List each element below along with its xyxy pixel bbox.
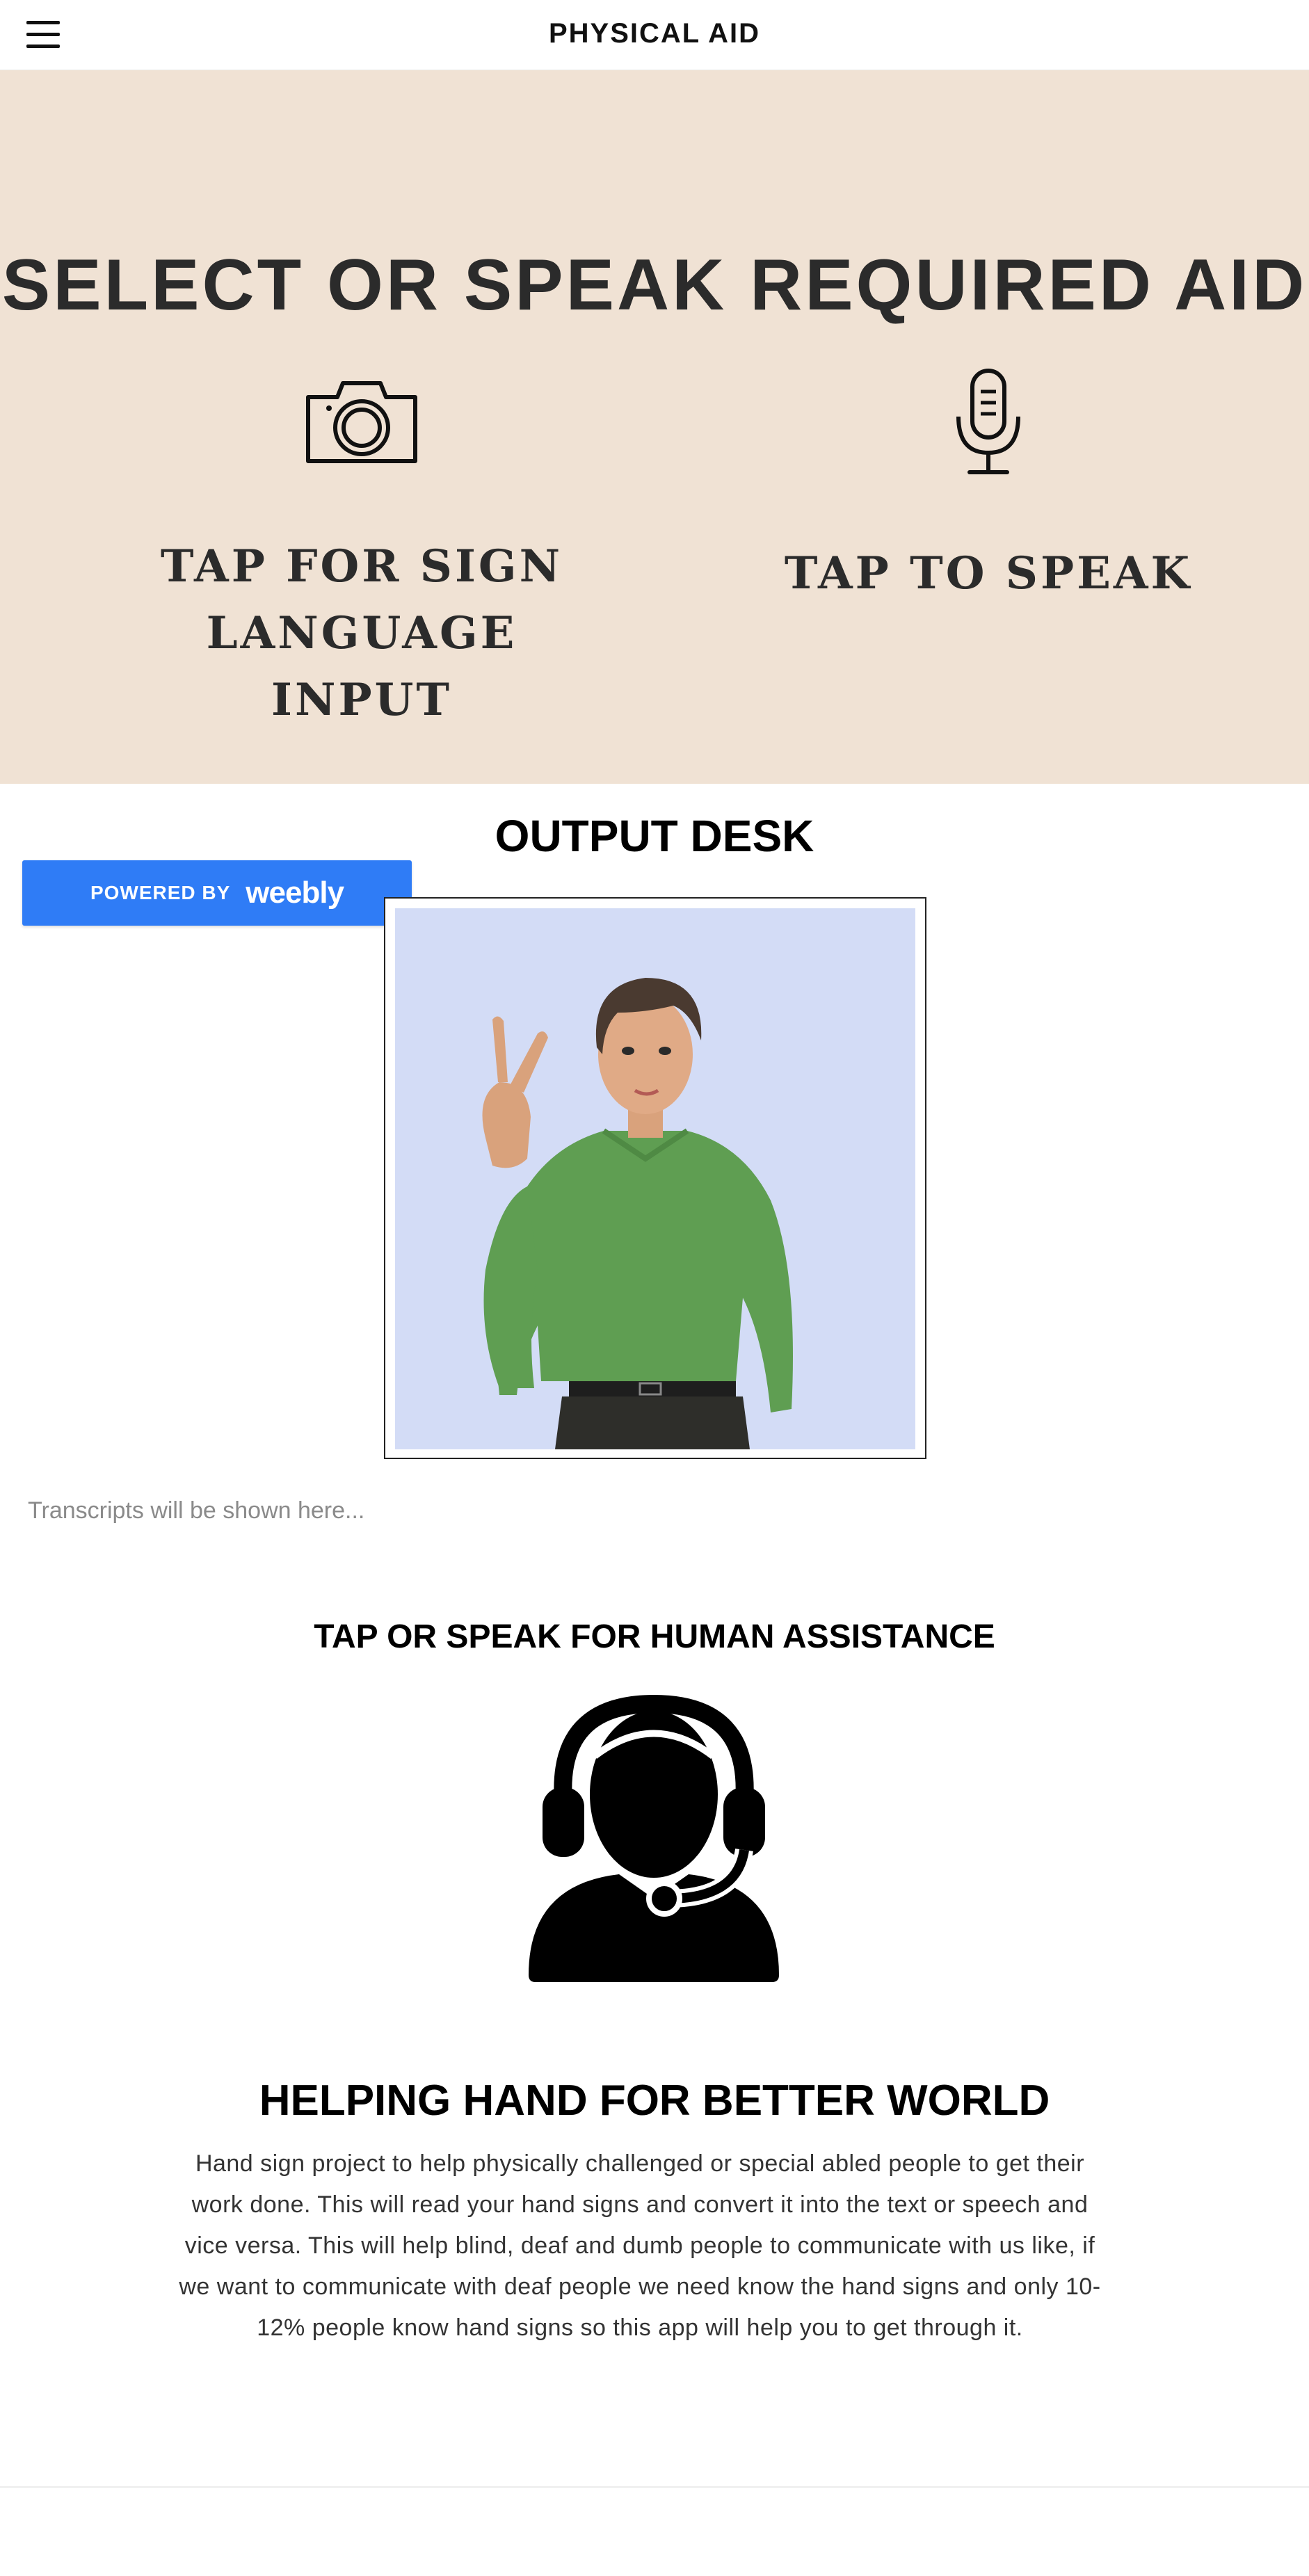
camera-icon[interactable]: [303, 376, 421, 467]
customer-support-headset-icon[interactable]: [529, 1690, 779, 1989]
footer-divider: [0, 2486, 1309, 2488]
sign-language-label[interactable]: TAP FOR SIGN LANGUAGE INPUT: [28, 533, 696, 734]
microphone-icon[interactable]: [950, 367, 1027, 478]
speak-input-button[interactable]: TAP TO SPEAK: [696, 369, 1281, 607]
output-desk-title: OUTPUT DESK: [495, 811, 814, 861]
speak-label[interactable]: TAP TO SPEAK: [696, 540, 1281, 607]
top-navigation-bar: PHYSICAL AID: [0, 0, 1309, 70]
hero-heading: SELECT OR SPEAK REQUIRED AID: [1, 245, 1308, 325]
helping-hand-title: HELPING HAND FOR BETTER WORLD: [259, 2077, 1050, 2125]
powered-by-text: POWERED BY: [90, 882, 231, 903]
avatar-output-frame: [384, 897, 926, 1459]
sign-language-input-button[interactable]: TAP FOR SIGN LANGUAGE INPUT: [28, 376, 696, 734]
powered-by-weebly-badge[interactable]: POWERED BY weebly: [22, 860, 412, 926]
human-assistance-title: TAP OR SPEAK FOR HUMAN ASSISTANCE: [314, 1618, 995, 1655]
transcript-placeholder: Transcripts will be shown here...: [28, 1497, 365, 1524]
weebly-logo: weebly: [246, 876, 344, 910]
site-title[interactable]: PHYSICAL AID: [0, 18, 1309, 49]
hero-section: SELECT OR SPEAK REQUIRED AID TAP FOR SIG…: [0, 70, 1309, 784]
helping-hand-description: Hand sign project to help physically cha…: [179, 2150, 1101, 2341]
sign-language-avatar-image: [395, 908, 915, 1449]
